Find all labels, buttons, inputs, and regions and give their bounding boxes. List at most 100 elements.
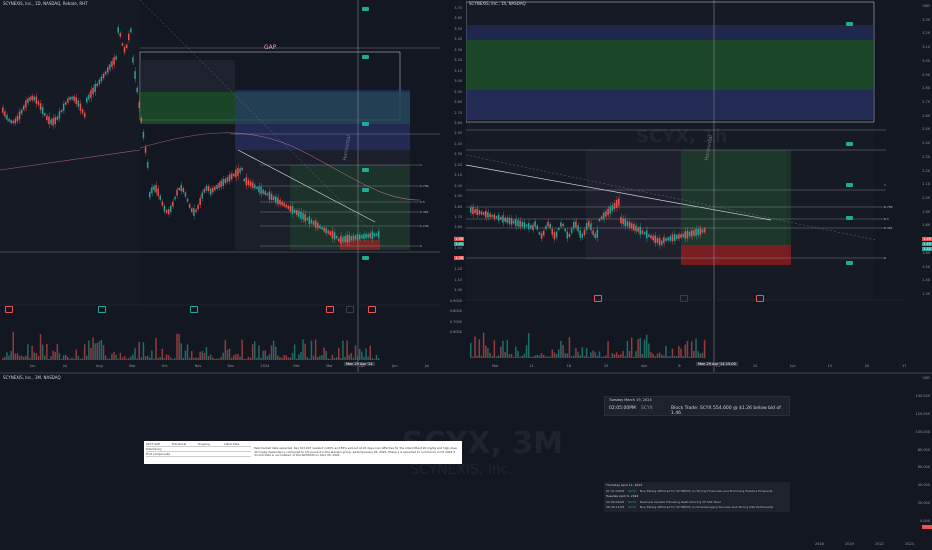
volume-bar xyxy=(293,344,296,360)
volume-bar xyxy=(523,353,526,358)
price-axis-label: 3.20 xyxy=(454,58,462,63)
right-event-icon-3[interactable] xyxy=(756,295,764,302)
fib-level-label: 1 xyxy=(420,163,422,167)
candle-body xyxy=(352,235,355,241)
volume-bar xyxy=(340,358,342,360)
right-trade-marker-4[interactable] xyxy=(846,216,853,220)
candle-body xyxy=(314,220,317,228)
news-time: 02:09:00AM xyxy=(606,499,625,504)
volume-bar xyxy=(277,355,279,360)
right-event-icon-1[interactable] xyxy=(594,295,602,302)
left-price-axis[interactable]: 3.75 3.60 3.50 3.40 3.30 3.20 3.10 3.00 2.90 2.80… xyxy=(442,0,464,372)
volume-bar xyxy=(27,344,29,360)
left-chart-canvas[interactable] xyxy=(0,0,464,372)
candle-body xyxy=(354,235,357,240)
price-axis-label: 2.20 xyxy=(922,168,930,173)
volume-bar xyxy=(226,349,229,360)
price-axis-label: 40.000 xyxy=(917,483,930,488)
candle-body xyxy=(88,94,90,100)
volume-bar xyxy=(678,346,680,358)
volume-bar xyxy=(298,354,300,360)
right-trade-marker-5[interactable] xyxy=(846,261,853,265)
candle-body xyxy=(230,173,233,180)
price-axis-label: 1.60 xyxy=(922,250,930,255)
block-trade-popup[interactable]: Tuesday March 19, 2024 02:05:00PM SCYX B… xyxy=(604,396,790,416)
volume-bar xyxy=(46,343,48,360)
candle-body xyxy=(485,210,487,218)
left-trade-marker-6[interactable] xyxy=(362,256,369,260)
candle-body xyxy=(641,230,644,234)
candle-body xyxy=(279,199,281,205)
candle-body xyxy=(264,191,266,195)
volume-bar xyxy=(665,346,667,358)
volume-bar xyxy=(146,355,149,360)
news-item[interactable]: 06:36:11AM SCYX Buy Rating Affirmed for SC… xyxy=(606,505,777,509)
volume-bar xyxy=(289,357,292,360)
candle-body xyxy=(81,109,84,114)
note-cell: Preclinical xyxy=(172,442,187,446)
right-chart-canvas[interactable] xyxy=(466,0,932,372)
volume-bar xyxy=(603,356,605,358)
volume-bar xyxy=(71,357,73,360)
left-event-icon-1[interactable] xyxy=(5,306,13,313)
volume-bar xyxy=(618,354,620,358)
left-trade-marker-5[interactable] xyxy=(362,188,369,192)
right-trade-marker-2[interactable] xyxy=(846,142,853,146)
left-chart-pane[interactable]: SCYNEXIS, Inc., 1D, NASDAQ, Rebate, RHT … xyxy=(0,0,464,372)
volume-bar xyxy=(641,353,644,358)
left-event-icon-3[interactable] xyxy=(190,306,198,313)
right-event-icon-2[interactable] xyxy=(680,295,688,302)
volume-bar xyxy=(233,355,235,360)
left-trade-marker-3[interactable] xyxy=(362,122,369,126)
left-event-icon-2[interactable] xyxy=(98,306,106,313)
volume-bar xyxy=(663,355,665,358)
block-trade-ticker[interactable]: SCYX xyxy=(641,406,653,411)
news-source: SCYX xyxy=(628,488,636,493)
left-trade-marker-4[interactable] xyxy=(362,168,369,172)
left-event-icon-6[interactable] xyxy=(368,306,376,313)
bottom-chart-pane[interactable]: SCYNEXIS, Inc., 3M, NASDAQ SCYX, 3M SCYN… xyxy=(0,374,932,550)
candle-body xyxy=(648,234,650,237)
price-axis-label: 2.60 xyxy=(922,113,930,118)
candle-body xyxy=(109,64,111,70)
left-trade-marker-1[interactable] xyxy=(362,7,369,11)
price-axis-label: 0.000 xyxy=(919,519,930,523)
news-item[interactable]: 02:09:00AM SCYX Business Update Following … xyxy=(606,500,725,504)
news-item[interactable]: 01:31:03AM SCYX Buy Rating Affirmed for SC… xyxy=(606,489,776,493)
right-trade-marker-3[interactable] xyxy=(846,183,853,187)
candle-body xyxy=(266,193,269,196)
news-panel[interactable]: Thursday April 11, 2024 01:31:03AM SCYX Buy… xyxy=(604,482,790,512)
candle-body xyxy=(237,168,239,176)
candle-body xyxy=(58,111,61,119)
volume-bar xyxy=(283,354,285,360)
candle-body xyxy=(130,28,132,33)
volume-bar xyxy=(348,354,350,360)
candle-body xyxy=(577,225,579,232)
candle-body xyxy=(665,238,667,241)
left-event-icon-4[interactable] xyxy=(326,306,334,313)
left-trade-marker-2[interactable] xyxy=(362,55,369,59)
candle-body xyxy=(572,222,575,229)
candle-body xyxy=(588,221,590,227)
candle-body xyxy=(180,184,182,192)
candle-body xyxy=(470,207,472,213)
research-note[interactable]: SCYX GAP Preclinical Ongoing Initial Data Pr… xyxy=(144,441,462,464)
right-price-axis[interactable]: USD 3.30 3.20 3.10 3.00 2.90 2.80 2.70 2.60 2.50 2… xyxy=(910,0,932,372)
volume-bar xyxy=(590,352,592,358)
candle-body xyxy=(331,230,334,239)
candle-body xyxy=(75,97,77,104)
volume-bar xyxy=(325,350,327,360)
candle-body xyxy=(98,79,101,85)
bottom-price-axis[interactable]: USD 140.000 120.000 100.000 80.000 60.000 40.0… xyxy=(910,374,932,550)
candle-body xyxy=(86,97,88,103)
time-axis-label: Jun xyxy=(790,364,796,368)
right-chart-pane[interactable]: SCYNEXIS, Inc., 1h, NASDAQ SCYX, 1h Hori… xyxy=(466,0,932,372)
block-trade-time: 02:05:00PM xyxy=(609,406,636,411)
time-axis-label: Sep xyxy=(128,364,136,368)
right-trade-marker-1[interactable] xyxy=(846,22,853,26)
time-axis-label: 2024 xyxy=(905,542,914,546)
volume-bar xyxy=(10,350,12,360)
left-event-icon-5[interactable] xyxy=(346,306,354,313)
right-time-axis[interactable]: Mar 11 18 25 Apr 8 15 22 Jun 13 20 17 xyxy=(466,362,906,372)
bottom-time-axis[interactable]: 2018 2019 2022 2024 xyxy=(0,540,914,550)
